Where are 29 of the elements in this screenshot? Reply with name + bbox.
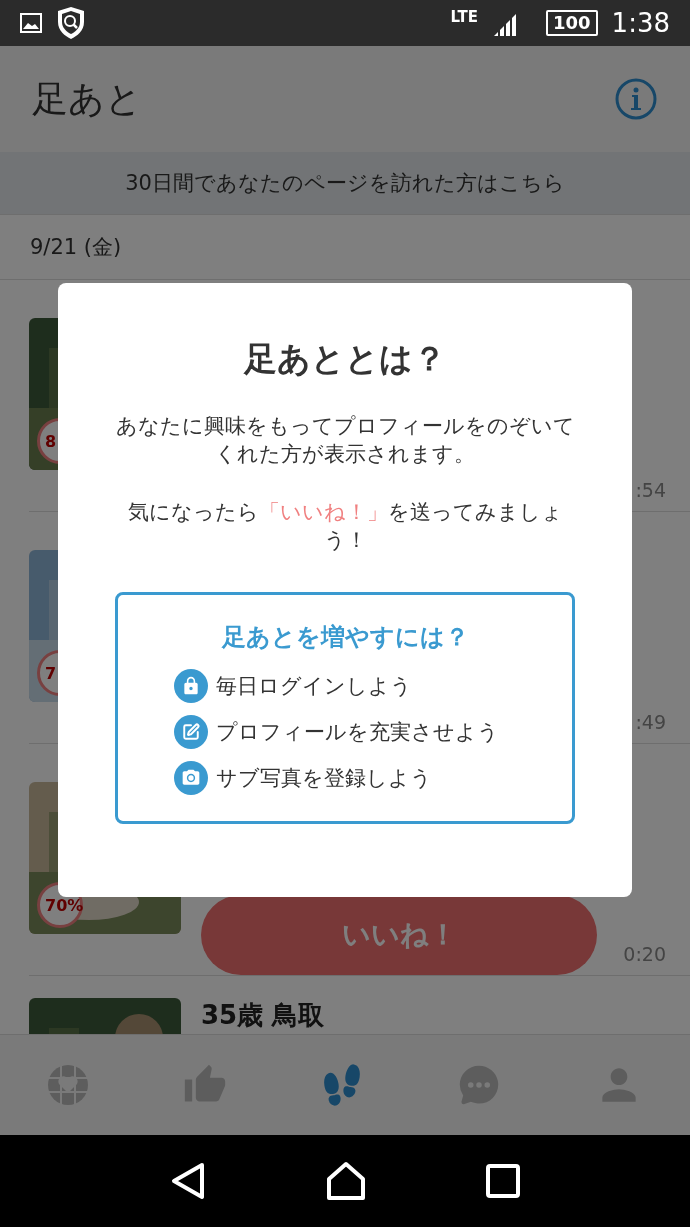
clock: 1:38 [611,8,670,38]
visit-time: 0:20 [623,943,666,965]
page-title: 足あと [32,76,142,121]
info-icon[interactable] [614,77,658,121]
shield-icon [56,6,86,40]
globe-heart-icon [46,1063,91,1107]
visit-time: :54 [635,479,666,501]
info-banner: 30日間であなたのページを訪れた方はこちら [0,152,690,215]
back-icon[interactable] [170,1161,206,1201]
network-type: LTE [450,8,479,26]
image-icon [20,13,42,33]
like-button[interactable]: いいね！ [201,895,597,975]
tip-text: サブ写真を登録しよう [216,765,432,792]
tab-button[interactable] [46,1063,91,1107]
tip-text: 毎日ログインしよう [216,673,412,700]
dialog-text: 気になったら「いいね！」を送ってみましょう！ [126,499,564,554]
tip-text: プロフィールを充実させよう [216,719,499,746]
home-icon[interactable] [326,1161,366,1201]
camera-icon [174,761,208,795]
tips-title: 足あとを増やすには？ [220,622,470,653]
battery-indicator: 100 [546,10,598,36]
date-heading: 9/21 (金) [0,215,690,280]
edit-icon [174,715,208,749]
visit-time: :49 [635,711,666,733]
visitor-name: 35歳 鳥取 [201,999,325,1032]
lock-icon [174,669,208,703]
dialog-title: 足あととは？ [244,338,446,380]
dialog-text: あなたに興味をもってプロフィールをのぞいてくれた方が表示されます。 [115,413,575,468]
recents-icon[interactable] [486,1164,520,1198]
